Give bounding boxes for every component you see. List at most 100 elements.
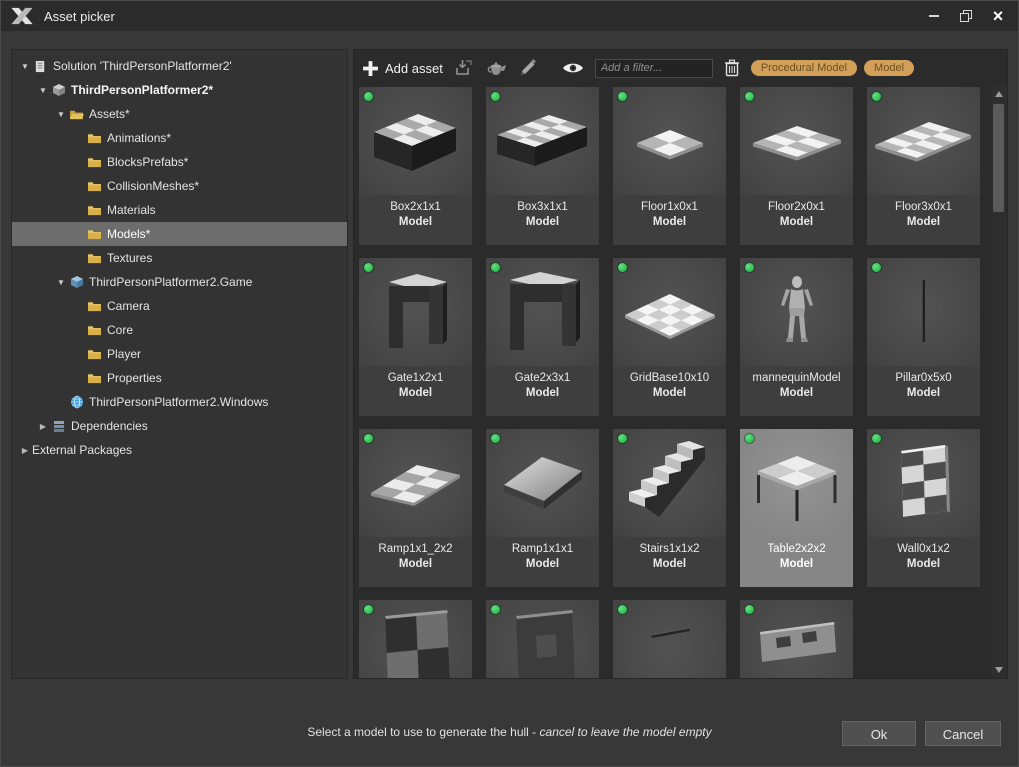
edit-asset-button[interactable]	[519, 59, 537, 77]
filter-tag-procedural-model[interactable]: Procedural Model	[751, 60, 857, 76]
tree-item-models[interactable]: Models*	[12, 222, 347, 246]
asset-tile-floor3x0x1[interactable]: Floor3x0x1 Model	[867, 87, 980, 245]
folder-icon	[86, 252, 103, 265]
folder-icon	[86, 228, 103, 241]
trash-icon	[724, 59, 740, 77]
minimize-button[interactable]	[918, 1, 950, 31]
expander-icon[interactable]: ▼	[18, 62, 32, 71]
asset-thumbnail	[359, 429, 472, 537]
scrollbar-thumb[interactable]	[993, 104, 1004, 212]
scrollbar[interactable]	[990, 86, 1007, 678]
asset-tile-box2x1x1[interactable]: Box2x1x1 Model	[359, 87, 472, 245]
asset-tile-pillar0x5x0[interactable]: Pillar0x5x0 Model	[867, 258, 980, 416]
tree-item-collisionmeshes[interactable]: CollisionMeshes*	[12, 174, 347, 198]
windows-icon	[68, 395, 85, 409]
asset-thumbnail	[740, 600, 853, 678]
asset-tile-box3x1x1[interactable]: Box3x1x1 Model	[486, 87, 599, 245]
asset-thumbnail-image	[359, 429, 472, 537]
asset-tile[interactable]	[359, 600, 472, 678]
tree-item-player[interactable]: Player	[12, 342, 347, 366]
tree-item-external-packages[interactable]: ▶ External Packages	[12, 438, 347, 462]
asset-type: Model	[867, 386, 980, 401]
minimize-icon	[929, 15, 939, 17]
tree-item-core[interactable]: Core	[12, 318, 347, 342]
hint-prefix: Select a model to use to generate the hu…	[307, 725, 539, 739]
asset-tile-stairs1x1x2[interactable]: Stairs1x1x2 Model	[613, 429, 726, 587]
delete-filter-button[interactable]	[724, 59, 740, 77]
tree-item-dependencies[interactable]: ▶ Dependencies	[12, 414, 347, 438]
asset-type: Model	[486, 215, 599, 230]
asset-thumbnail-image	[740, 258, 853, 366]
tree-item-label: ThirdPersonPlatformer2*	[71, 83, 213, 97]
asset-thumbnail	[359, 87, 472, 195]
asset-type: Model	[740, 557, 853, 572]
asset-name: Floor1x0x1	[613, 200, 726, 215]
deps-icon	[50, 419, 67, 433]
asset-thumbnail	[486, 429, 599, 537]
expander-icon[interactable]: ▼	[36, 86, 50, 95]
tree-item-materials[interactable]: Materials	[12, 198, 347, 222]
cancel-button[interactable]: Cancel	[925, 721, 1001, 746]
add-procedural-model-button[interactable]	[485, 60, 508, 77]
asset-tile-gate2x3x1[interactable]: Gate2x3x1 Model	[486, 258, 599, 416]
tree-item-label: Core	[107, 323, 133, 337]
asset-tile-mannequinmodel[interactable]: mannequinModel Model	[740, 258, 853, 416]
tree-item-camera[interactable]: Camera	[12, 294, 347, 318]
ok-button[interactable]: Ok	[842, 721, 916, 746]
tree-item-animations[interactable]: Animations*	[12, 126, 347, 150]
expander-icon[interactable]: ▼	[54, 278, 68, 287]
folder-icon	[86, 132, 103, 145]
tree-item-label: Models*	[107, 227, 150, 241]
asset-tile[interactable]	[740, 600, 853, 678]
status-dot-icon	[618, 605, 627, 614]
asset-tile-floor1x0x1[interactable]: Floor1x0x1 Model	[613, 87, 726, 245]
asset-type: Model	[867, 557, 980, 572]
tree-item-assets[interactable]: ▼ Assets*	[12, 102, 347, 126]
tree-item-label: BlocksPrefabs*	[107, 155, 188, 169]
asset-tile-ramp1x1x1[interactable]: Ramp1x1x1 Model	[486, 429, 599, 587]
tree-item-blocksprefabs[interactable]: BlocksPrefabs*	[12, 150, 347, 174]
asset-thumbnail	[486, 87, 599, 195]
asset-thumbnail	[740, 87, 853, 195]
asset-tile-ramp1x1-2x2[interactable]: Ramp1x1_2x2 Model	[359, 429, 472, 587]
expander-icon[interactable]: ▶	[18, 446, 32, 455]
asset-tile[interactable]	[486, 600, 599, 678]
import-asset-button[interactable]	[454, 59, 474, 77]
scroll-up-button[interactable]	[991, 86, 1007, 102]
asset-thumbnail-image	[486, 429, 599, 537]
asset-type: Model	[359, 557, 472, 572]
asset-tile-wall0x1x2[interactable]: Wall0x1x2 Model	[867, 429, 980, 587]
status-dot-icon	[745, 92, 754, 101]
tree-item-thirdpersonplatformer2-windows[interactable]: ThirdPersonPlatformer2.Windows	[12, 390, 347, 414]
tree-item-textures[interactable]: Textures	[12, 246, 347, 270]
restore-button[interactable]	[950, 1, 982, 31]
asset-tile[interactable]	[613, 600, 726, 678]
expander-icon[interactable]: ▶	[36, 422, 50, 431]
tree-item-solution-thirdpersonplatformer2[interactable]: ▼ Solution 'ThirdPersonPlatformer2'	[12, 54, 347, 78]
asset-thumbnail-image	[613, 600, 726, 678]
status-dot-icon	[364, 434, 373, 443]
status-dot-icon	[745, 263, 754, 272]
toggle-visibility-button[interactable]	[562, 61, 584, 75]
tree-item-thirdpersonplatformer2[interactable]: ▼ ThirdPersonPlatformer2*	[12, 78, 347, 102]
add-asset-label: Add asset	[385, 61, 443, 76]
asset-tile-gridbase10x10[interactable]: GridBase10x10 Model	[613, 258, 726, 416]
asset-thumbnail-image	[486, 87, 599, 195]
asset-tile-floor2x0x1[interactable]: Floor2x0x1 Model	[740, 87, 853, 245]
add-asset-button[interactable]: Add asset	[362, 60, 443, 77]
package-icon	[50, 83, 67, 97]
scroll-down-button[interactable]	[991, 662, 1007, 678]
tree-item-properties[interactable]: Properties	[12, 366, 347, 390]
tree-item-thirdpersonplatformer2-game[interactable]: ▼ ThirdPersonPlatformer2.Game	[12, 270, 347, 294]
asset-thumbnail	[867, 87, 980, 195]
status-dot-icon	[491, 434, 500, 443]
filter-input[interactable]	[595, 59, 713, 78]
asset-tile-gate1x2x1[interactable]: Gate1x2x1 Model	[359, 258, 472, 416]
filter-tag-model[interactable]: Model	[864, 60, 914, 76]
solution-icon	[32, 60, 49, 73]
close-button[interactable]: ×	[982, 1, 1014, 31]
expander-icon[interactable]: ▼	[54, 110, 68, 119]
asset-thumbnail	[613, 87, 726, 195]
game-icon	[68, 275, 85, 289]
asset-tile-table2x2x2[interactable]: Table2x2x2 Model	[740, 429, 853, 587]
